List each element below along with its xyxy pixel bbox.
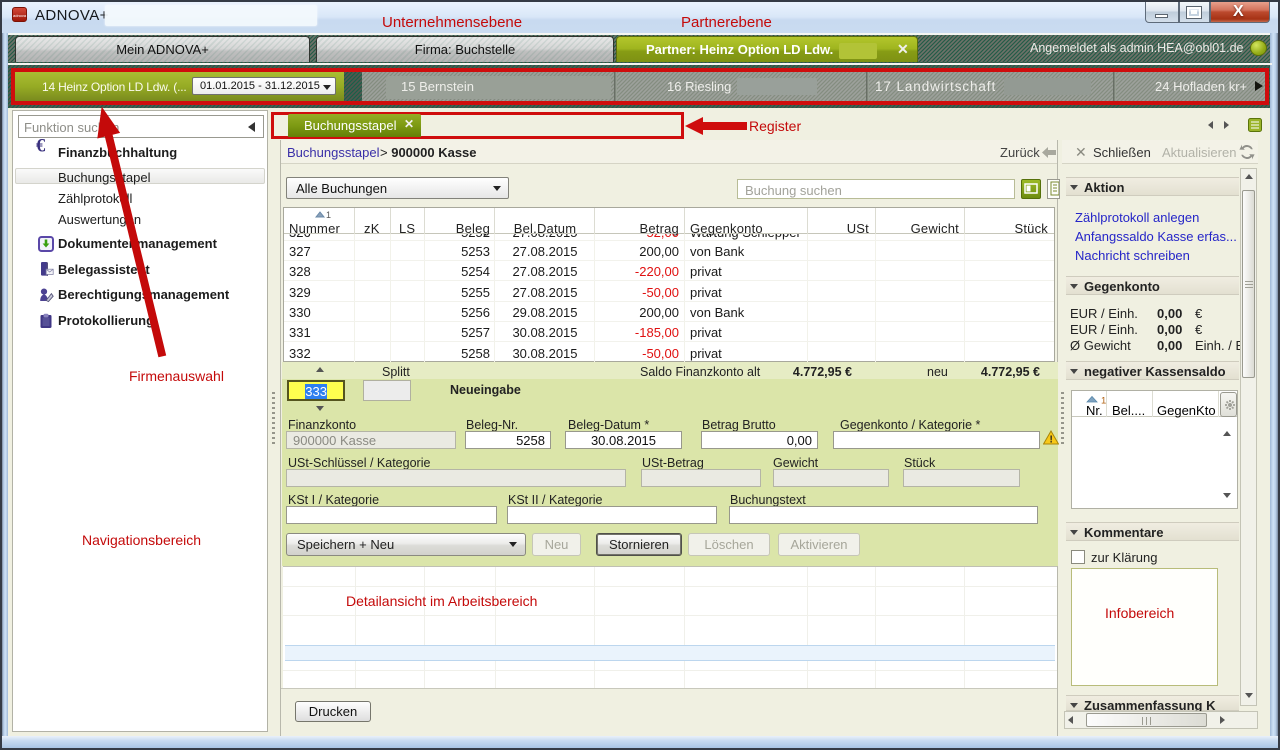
svg-text:€: € xyxy=(36,137,46,156)
svg-text:!: ! xyxy=(1050,435,1053,446)
svg-text:1: 1 xyxy=(326,210,331,219)
